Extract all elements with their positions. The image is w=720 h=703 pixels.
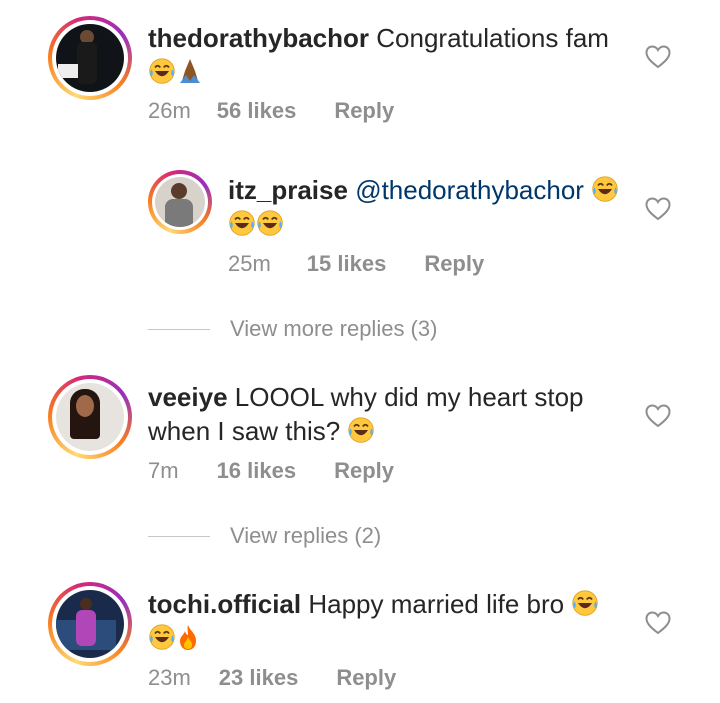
- likes-count[interactable]: 16 likes: [217, 458, 297, 484]
- avatar[interactable]: [148, 170, 212, 234]
- likes-count[interactable]: 15 likes: [307, 251, 387, 277]
- laughing-emoji-icon: [148, 57, 176, 85]
- comment-text: Happy married life bro: [308, 589, 565, 619]
- laughing-emoji-icon: [571, 589, 599, 617]
- laughing-emoji-icon: [148, 623, 176, 651]
- comment-time: 7m: [148, 458, 179, 483]
- view-more-replies-button[interactable]: View more replies (3): [148, 316, 437, 342]
- reply-button[interactable]: Reply: [334, 458, 394, 484]
- mention-link[interactable]: @thedorathybachor: [355, 175, 584, 205]
- comment-text: LOOOL why did my heart stop: [234, 382, 584, 412]
- comment-username[interactable]: thedorathybachor: [148, 23, 369, 53]
- view-more-replies-label: View more replies (3): [230, 316, 438, 341]
- heart-outline-icon[interactable]: [645, 197, 671, 221]
- divider-line: [148, 535, 210, 537]
- heart-outline-icon[interactable]: [645, 404, 671, 428]
- comment-time: 26m: [148, 98, 191, 123]
- avatar[interactable]: [48, 16, 132, 100]
- laughing-emoji-icon: [347, 416, 375, 444]
- comment-text: when I saw this?: [148, 416, 341, 446]
- comment-username[interactable]: veeiye: [148, 382, 228, 412]
- laughing-emoji-icon: [591, 175, 619, 203]
- heart-outline-icon[interactable]: [645, 45, 671, 69]
- comment-username[interactable]: tochi.official: [148, 589, 301, 619]
- folded-hands-emoji-icon: [180, 59, 200, 83]
- reply-button[interactable]: Reply: [424, 251, 484, 277]
- laughing-emoji-icon: [228, 209, 256, 237]
- heart-outline-icon[interactable]: [645, 611, 671, 635]
- likes-count[interactable]: 56 likes: [217, 98, 297, 124]
- view-replies-button[interactable]: View replies (2): [148, 523, 381, 549]
- fire-emoji-icon: [180, 625, 196, 650]
- divider-line: [148, 328, 210, 330]
- comment-username[interactable]: itz_praise: [228, 175, 348, 205]
- comment-time: 23m: [148, 665, 191, 690]
- reply-button[interactable]: Reply: [334, 98, 394, 124]
- view-replies-label: View replies (2): [230, 523, 382, 548]
- reply-button[interactable]: Reply: [336, 665, 396, 691]
- laughing-emoji-icon: [256, 209, 284, 237]
- likes-count[interactable]: 23 likes: [219, 665, 299, 691]
- avatar[interactable]: [48, 582, 132, 666]
- comment-text: Congratulations fam: [376, 23, 609, 53]
- comment-time: 25m: [228, 251, 271, 276]
- avatar[interactable]: [48, 375, 132, 459]
